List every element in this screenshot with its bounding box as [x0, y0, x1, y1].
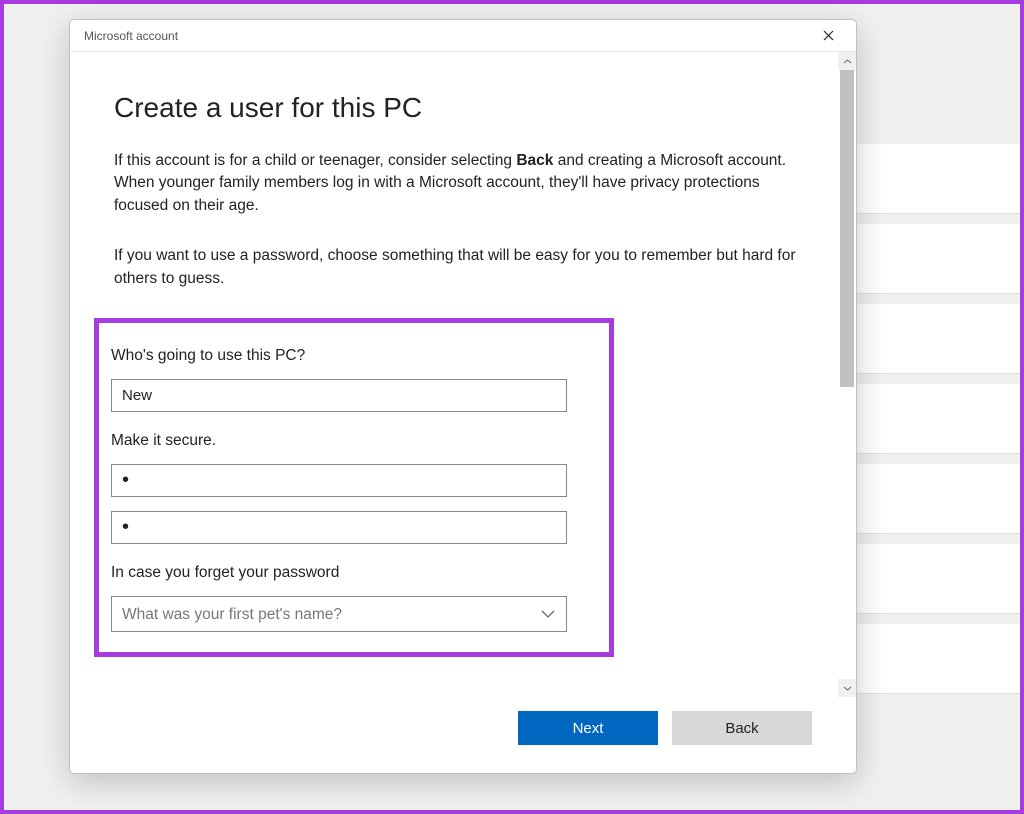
page-background: Microsoft account Create a user for this…	[0, 0, 1024, 814]
info-paragraph-1: If this account is for a child or teenag…	[114, 150, 814, 217]
password-fields	[111, 464, 591, 564]
username-input[interactable]	[111, 379, 567, 412]
info-text-bold: Back	[516, 152, 553, 169]
back-button[interactable]: Back	[672, 711, 812, 745]
content-scroll: Create a user for this PC If this accoun…	[70, 52, 838, 697]
button-row: Next Back	[70, 697, 856, 773]
account-dialog: Microsoft account Create a user for this…	[69, 19, 857, 774]
security-question-select[interactable]: What was your first pet's name?	[111, 596, 567, 632]
info-text-pre: If this account is for a child or teenag…	[114, 152, 516, 169]
titlebar: Microsoft account	[70, 20, 856, 52]
password-section-label: Make it secure.	[111, 432, 591, 450]
username-label: Who's going to use this PC?	[111, 347, 591, 365]
form-highlight-box: Who's going to use this PC? Make it secu…	[94, 318, 614, 657]
content-area: Create a user for this PC If this accoun…	[70, 52, 856, 697]
scroll-down-button[interactable]	[838, 679, 856, 697]
security-question-label: In case you forget your password	[111, 564, 591, 582]
password-input[interactable]	[111, 464, 567, 497]
page-heading: Create a user for this PC	[114, 92, 814, 124]
info-paragraph-2: If you want to use a password, choose so…	[114, 245, 814, 290]
close-button[interactable]	[814, 22, 842, 50]
password-confirm-input[interactable]	[111, 511, 567, 544]
vertical-scrollbar[interactable]	[838, 52, 856, 697]
security-question-wrap: What was your first pet's name?	[111, 596, 567, 632]
scroll-track[interactable]	[838, 70, 856, 679]
scroll-thumb[interactable]	[840, 70, 854, 387]
scroll-up-button[interactable]	[838, 52, 856, 70]
close-icon	[823, 30, 834, 41]
window-title: Microsoft account	[84, 29, 178, 43]
chevron-up-icon	[843, 59, 852, 64]
next-button[interactable]: Next	[518, 711, 658, 745]
chevron-down-icon	[843, 686, 852, 691]
